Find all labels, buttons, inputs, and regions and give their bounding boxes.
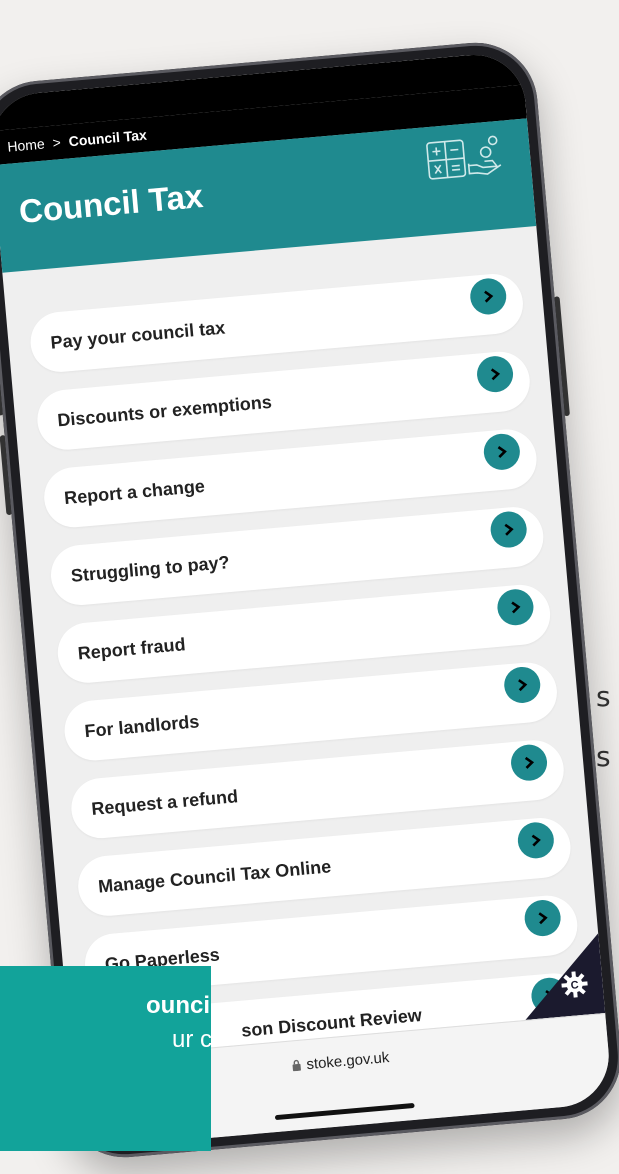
url-text: stoke.gov.uk bbox=[305, 1048, 390, 1074]
breadcrumb-home-link[interactable]: Home bbox=[7, 136, 46, 155]
chevron-right-icon[interactable] bbox=[468, 276, 508, 316]
lock-icon bbox=[292, 1059, 301, 1072]
menu-item-label: Manage Council Tax Online bbox=[97, 855, 332, 897]
menu-item-label: Request a refund bbox=[90, 785, 239, 819]
menu-item-label: Struggling to pay? bbox=[70, 551, 231, 586]
home-indicator[interactable] bbox=[274, 1102, 415, 1121]
background-text: s bbox=[596, 740, 611, 773]
chevron-right-icon[interactable] bbox=[475, 354, 515, 394]
breadcrumb-separator: > bbox=[51, 134, 62, 151]
promo-line-2: ur council bbox=[172, 1026, 211, 1053]
menu-item-label: Report a change bbox=[63, 475, 206, 508]
breadcrumb-current: Council Tax bbox=[68, 126, 148, 150]
menu-list: Pay your council tax Discounts or exempt… bbox=[2, 226, 606, 1076]
menu-item-label: Pay your council tax bbox=[49, 317, 226, 353]
chevron-right-icon[interactable] bbox=[489, 510, 529, 550]
cookie-settings-icon[interactable]: C bbox=[559, 969, 590, 1004]
menu-item-label: Discounts or exemptions bbox=[56, 391, 273, 430]
page-title: Council Tax bbox=[17, 176, 205, 230]
chevron-right-icon[interactable] bbox=[509, 743, 549, 783]
menu-item-label: For landlords bbox=[83, 710, 201, 741]
menu-item-label: Report fraud bbox=[76, 633, 187, 664]
chevron-right-icon[interactable] bbox=[523, 898, 563, 938]
background-text: s bbox=[596, 680, 611, 713]
calculator-hand-icon bbox=[424, 133, 506, 189]
chevron-right-icon[interactable] bbox=[495, 587, 535, 627]
promo-line-1: ounciltax bbox=[146, 992, 211, 1019]
chevron-right-icon[interactable] bbox=[502, 665, 542, 705]
chevron-right-icon[interactable] bbox=[516, 820, 556, 860]
chevron-right-icon[interactable] bbox=[482, 432, 522, 472]
svg-text:C: C bbox=[570, 979, 579, 992]
promo-box: ounciltax ur council bbox=[0, 966, 211, 1151]
promo-overlay: ounciltax ur council bbox=[0, 966, 211, 1151]
